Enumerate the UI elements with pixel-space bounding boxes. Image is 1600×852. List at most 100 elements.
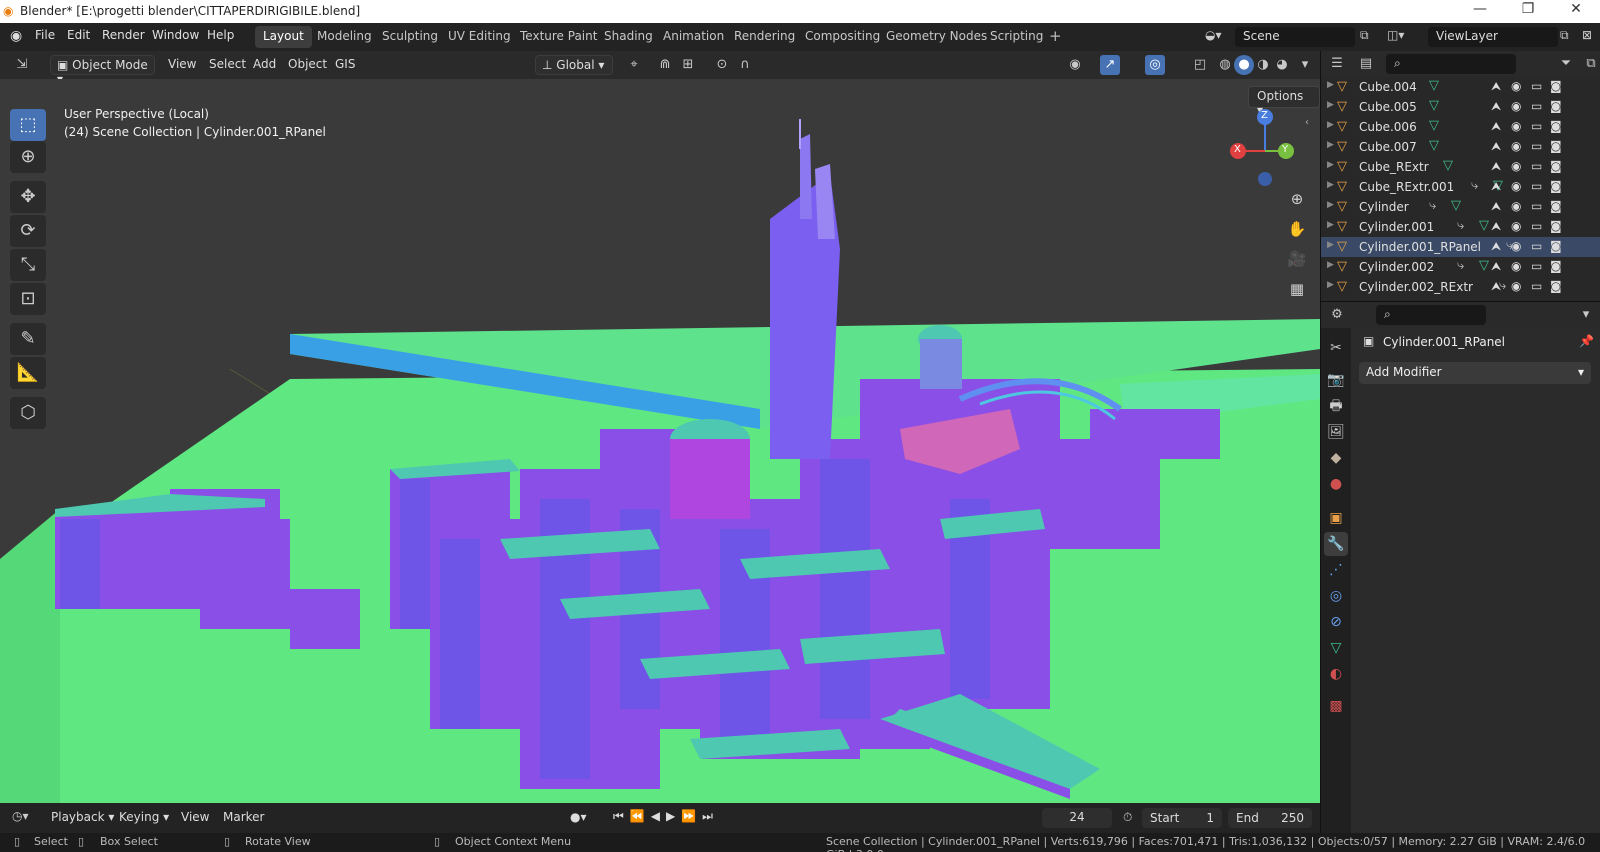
minimize-icon[interactable]: — <box>1460 1 1500 17</box>
select-arrow-icon[interactable]: ⮝ <box>1491 239 1501 254</box>
properties-search-field[interactable]: ⌕ <box>1376 305 1486 325</box>
material-tab-icon[interactable]: ◐ <box>1324 662 1348 686</box>
outliner-item[interactable]: ▶ ▽ Cube.006 ▽ ⮝ ◉ ▭ ◙ <box>1321 117 1600 137</box>
end-frame-field[interactable]: End 250 <box>1228 808 1312 828</box>
monitor-icon[interactable]: ▭ <box>1531 239 1542 253</box>
cursor-tool[interactable]: ⊕ <box>10 141 46 173</box>
rendered-shading-icon[interactable]: ◕ <box>1272 55 1292 75</box>
tab-layout[interactable]: Layout <box>255 26 312 48</box>
mesh-data-icon[interactable]: ▽ <box>1429 118 1439 133</box>
tab-compositing[interactable]: Compositing <box>797 26 888 48</box>
pin-icon[interactable]: 📌 <box>1579 334 1594 348</box>
tool-tab-icon[interactable]: ✂ <box>1324 336 1348 360</box>
add-cube-tool[interactable]: ⬡ <box>10 397 46 429</box>
view-layer-selector[interactable]: ViewLayer <box>1428 27 1558 47</box>
scene-icon[interactable]: ◒▾ <box>1205 28 1222 42</box>
tab-uv-editing[interactable]: UV Editing <box>440 26 519 48</box>
mesh-data-icon[interactable]: ▽ <box>1429 138 1439 153</box>
camera-icon[interactable]: ◙ <box>1550 199 1562 213</box>
current-frame-field[interactable]: 24 <box>1042 808 1112 828</box>
tab-sculpting[interactable]: Sculpting <box>374 26 446 48</box>
eye-icon[interactable]: ◉ <box>1511 159 1521 173</box>
wireframe-shading-icon[interactable]: ◍ <box>1215 55 1235 75</box>
menu-object[interactable]: Object <box>282 55 333 75</box>
select-arrow-icon[interactable]: ⮝ <box>1491 79 1501 94</box>
menu-window[interactable]: Window <box>152 28 199 42</box>
tab-rendering[interactable]: Rendering <box>726 26 803 48</box>
proportional-editing-icon[interactable]: ⊙ <box>712 55 732 75</box>
camera-icon[interactable]: 🎥 <box>1283 245 1311 273</box>
mesh-data-icon[interactable]: ▽ <box>1429 98 1439 113</box>
visibility-icon[interactable]: ◉ <box>1065 55 1085 75</box>
eye-icon[interactable]: ◉ <box>1511 119 1521 133</box>
tab-texture-paint[interactable]: Texture Paint <box>512 26 605 48</box>
mesh-data-icon[interactable]: ▽ <box>1429 78 1439 93</box>
expand-arrow-icon[interactable]: ▶ <box>1327 80 1334 90</box>
camera-icon[interactable]: ◙ <box>1550 119 1562 133</box>
outliner-item[interactable]: ▶ ▽ Cylinder.001 ⤷ ▽ ⮝ ◉ ▭ ◙ <box>1321 217 1600 237</box>
overlays-toggle-icon[interactable]: ◎ <box>1145 55 1165 75</box>
eye-icon[interactable]: ◉ <box>1511 79 1521 93</box>
menu-help[interactable]: Help <box>207 28 234 42</box>
camera-icon[interactable]: ◙ <box>1550 219 1562 233</box>
eye-icon[interactable]: ◉ <box>1511 199 1521 213</box>
expand-arrow-icon[interactable]: ▶ <box>1327 100 1334 110</box>
select-box-tool[interactable]: ⬚ <box>10 109 46 141</box>
outliner-item[interactable]: ▶ ▽ Cylinder.002 ⤷ ▽ ⮝ ◉ ▭ ◙ <box>1321 257 1600 277</box>
falloff-icon[interactable]: ∩ <box>735 55 755 75</box>
output-tab-icon[interactable]: 🖶 <box>1324 394 1348 418</box>
outliner-item[interactable]: ▶ ▽ Cube.005 ▽ ⮝ ◉ ▭ ◙ <box>1321 97 1600 117</box>
new-collection-icon[interactable]: ⧉ <box>1581 54 1600 74</box>
transform-orientation-selector[interactable]: ⊥ Global ▾ <box>535 55 613 75</box>
start-frame-field[interactable]: Start 1 <box>1142 808 1222 828</box>
perspective-toggle-icon[interactable]: ▦ <box>1283 275 1311 303</box>
select-arrow-icon[interactable]: ⮝ <box>1491 139 1501 154</box>
outliner-item[interactable]: ▶ ▽ Cube.007 ▽ ⮝ ◉ ▭ ◙ <box>1321 137 1600 157</box>
monitor-icon[interactable]: ▭ <box>1531 159 1542 173</box>
tab-scripting[interactable]: Scripting <box>982 26 1051 48</box>
measure-tool[interactable]: 📐 <box>10 357 46 389</box>
outliner-item[interactable]: ▶ ▽ Cube.004 ▽ ⮝ ◉ ▭ ◙ <box>1321 77 1600 97</box>
camera-icon[interactable]: ◙ <box>1550 99 1562 113</box>
3d-viewport[interactable]: ⬚ ⊕ ✥ ⟳ ⤡ ⊡ ✎ 📐 ⬡ User Perspective (Loca… <box>0 79 1320 803</box>
eye-icon[interactable]: ◉ <box>1511 219 1521 233</box>
monitor-icon[interactable]: ▭ <box>1531 99 1542 113</box>
menu-add[interactable]: Add <box>247 55 282 75</box>
modifier-icon[interactable]: ⤷ <box>1471 178 1478 193</box>
properties-options-icon[interactable]: ▾ <box>1576 305 1596 325</box>
remove-view-layer-icon[interactable]: ⊠ <box>1582 28 1592 42</box>
expand-arrow-icon[interactable]: ▶ <box>1327 120 1334 130</box>
shading-options-icon[interactable]: ▾ <box>1295 55 1315 75</box>
camera-icon[interactable]: ◙ <box>1550 159 1562 173</box>
menu-view[interactable]: View <box>162 55 202 75</box>
tab-geometry-nodes[interactable]: Geometry Nodes <box>878 26 995 48</box>
monitor-icon[interactable]: ▭ <box>1531 219 1542 233</box>
close-icon[interactable]: ✕ <box>1556 1 1596 17</box>
texture-tab-icon[interactable]: ▩ <box>1324 694 1348 718</box>
select-arrow-icon[interactable]: ⮝ <box>1491 219 1501 234</box>
menu-playback[interactable]: Playback ▾ <box>45 808 120 828</box>
select-arrow-icon[interactable]: ⮝ <box>1491 119 1501 134</box>
new-view-layer-icon[interactable]: ⧉ <box>1560 28 1569 43</box>
modifier-tab-icon[interactable]: 🔧 <box>1324 532 1348 556</box>
select-arrow-icon[interactable]: ⮝ <box>1491 199 1501 214</box>
editor-type-icon[interactable]: ⇲ <box>12 55 32 75</box>
maximize-icon[interactable]: ❐ <box>1508 1 1548 17</box>
monitor-icon[interactable]: ▭ <box>1531 119 1542 133</box>
gizmo-toggle-icon[interactable]: ↗ <box>1100 55 1120 75</box>
select-arrow-icon[interactable]: ⮝ <box>1491 99 1501 114</box>
pan-hand-icon[interactable]: ✋ <box>1283 215 1311 243</box>
zoom-icon[interactable]: ⊕ <box>1283 185 1311 213</box>
modifier-icon[interactable]: ⤷ <box>1457 258 1464 273</box>
properties-editor-icon[interactable]: ⚙ <box>1327 305 1347 325</box>
view-layer-icon[interactable]: ◫▾ <box>1387 28 1404 42</box>
monitor-icon[interactable]: ▭ <box>1531 179 1542 193</box>
constraints-tab-icon[interactable]: ⊘ <box>1324 610 1348 634</box>
timeline-editor-icon[interactable]: ◷▾ <box>12 809 29 823</box>
menu-marker[interactable]: Marker <box>217 808 270 828</box>
camera-icon[interactable]: ◙ <box>1550 279 1562 293</box>
camera-icon[interactable]: ◙ <box>1550 139 1562 153</box>
expand-arrow-icon[interactable]: ▶ <box>1327 140 1334 150</box>
expand-arrow-icon[interactable]: ▶ <box>1327 180 1334 190</box>
eye-icon[interactable]: ◉ <box>1511 239 1521 253</box>
